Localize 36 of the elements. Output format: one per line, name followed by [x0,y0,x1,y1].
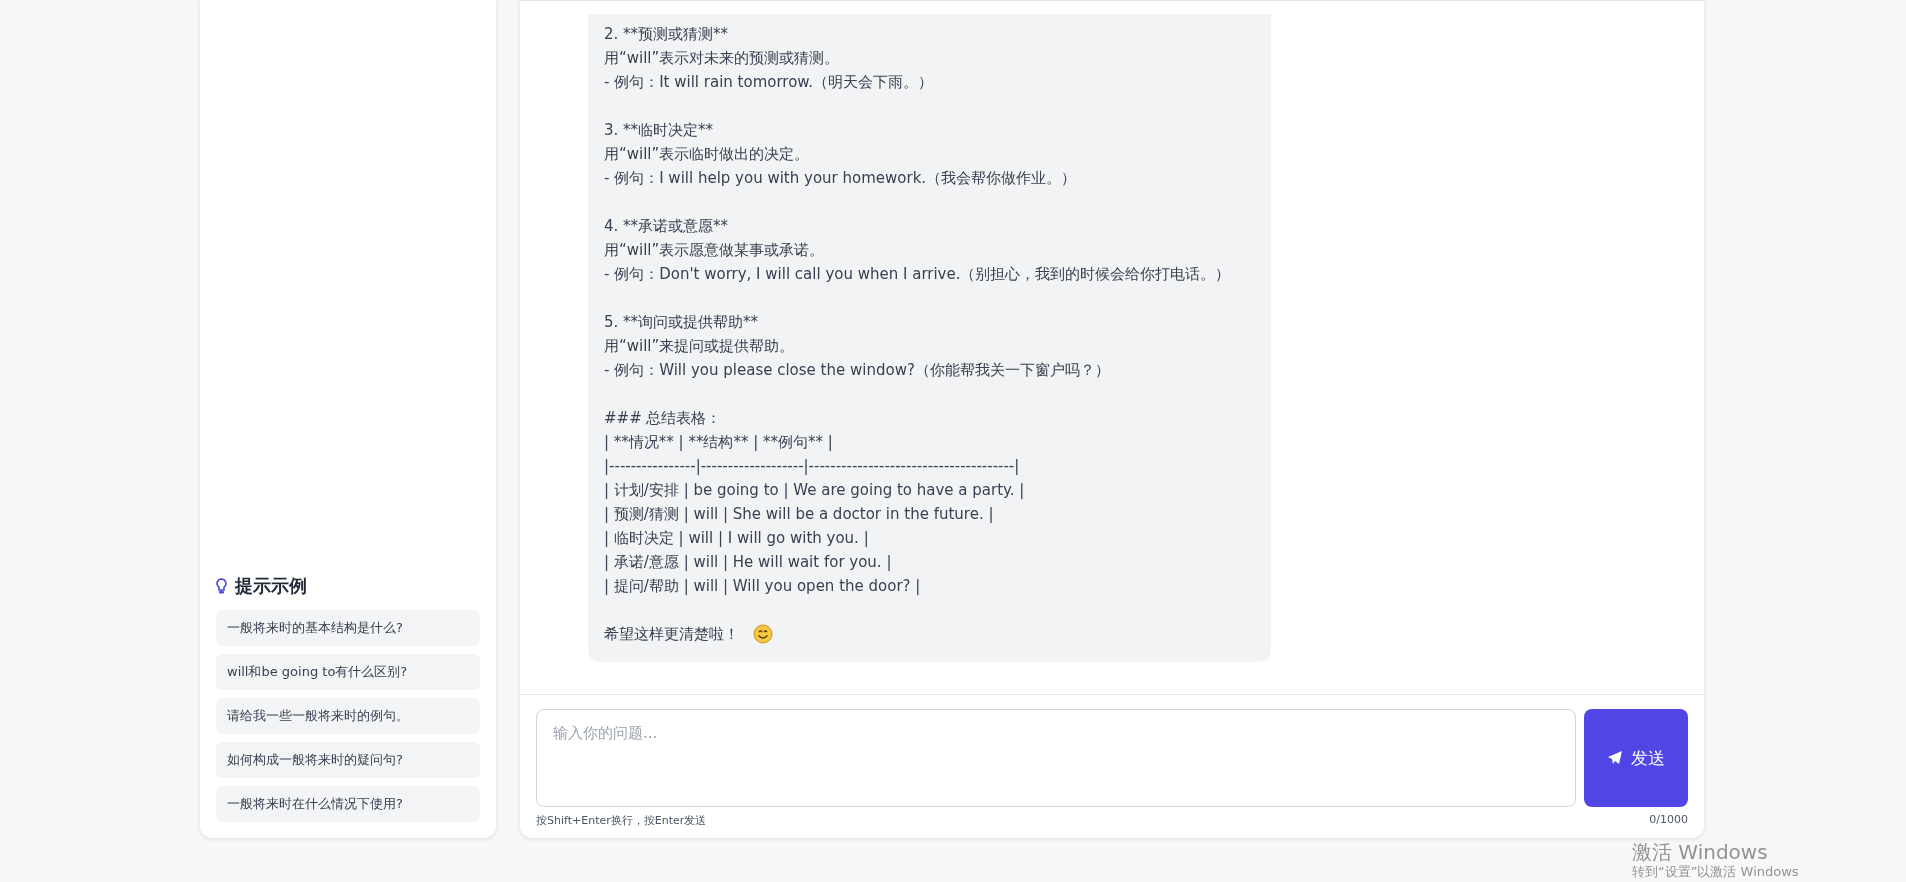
message-line: 3. **临时决定** [604,120,715,141]
panel-title: 提示示例 [235,574,307,598]
message-line: - 例句：I will help you with your homework.（我会帮你做作业。） [604,168,1078,189]
message-line: 用“will”表示对未来的预测或猜测。 [604,48,841,69]
message-line: | 承诺/意愿 | will | He will wait for you. | [604,552,893,573]
message-line: | **情况** | **结构** | **例句** | [604,432,834,453]
message-line: 用“will”表示临时做出的决定。 [604,144,811,165]
prompt-suggestion[interactable]: 一般将来时的基本结构是什么? [216,610,480,646]
question-input[interactable]: 输入你的问题... [536,709,1576,807]
message-line: 用“will”表示愿意做某事或承诺。 [604,240,826,261]
prompt-suggestion[interactable]: 如何构成一般将来时的疑问句? [216,742,480,778]
prompt-suggestion[interactable]: 请给我一些一般将来时的例句。 [216,698,480,734]
message-line: - 例句：It will rain tomorrow.（明天会下雨。） [604,72,935,93]
message-line: | 提问/帮助 | will | Will you open the door? | [604,576,922,597]
smiley-icon [753,624,773,644]
message-line: 希望这样更清楚啦！ [604,624,739,645]
lightbulb-icon [216,578,227,594]
send-button[interactable]: 发送 [1584,709,1688,807]
activation-notice: 激活 Windows [1632,840,1769,864]
message-line: - 例句：Don't worry, I will call you when I arrive.（别担心，我到的时候会给你打电话。） [604,264,1232,285]
input-hint: 按Shift+Enter换行，按Enter发送 [536,813,707,828]
message-line: | 预测/猜测 | will | She will be a doctor in the future. | [604,504,995,525]
character-count: 0/1000 [1649,813,1688,828]
message-line: | 临时决定 | will | I will go with you. | [604,528,870,549]
message-line: 2. **预测或猜测** [604,24,730,45]
prompt-suggestion[interactable]: 一般将来时在什么情况下使用? [216,786,480,822]
message-line: 4. **承诺或意愿** [604,216,730,237]
message-line: - 例句：Will you please close the window?（你能帮我关一下窗户吗？） [604,360,1111,381]
send-icon [1607,750,1623,766]
message-line: ### 总结表格： [604,408,723,429]
prompt-suggestion[interactable]: will和be going to有什么区别? [216,654,480,690]
activation-notice: 转到“设置”以激活 Windows [1632,864,1799,880]
message-line: |----------------|-------------------|--------------------------------------| [604,456,1021,477]
message-line: 5. **询问或提供帮助** [604,312,760,333]
message-line: | 计划/安排 | be going to | We are going to have a party. | [604,480,1026,501]
message-line: 用“will”来提问或提供帮助。 [604,336,796,357]
